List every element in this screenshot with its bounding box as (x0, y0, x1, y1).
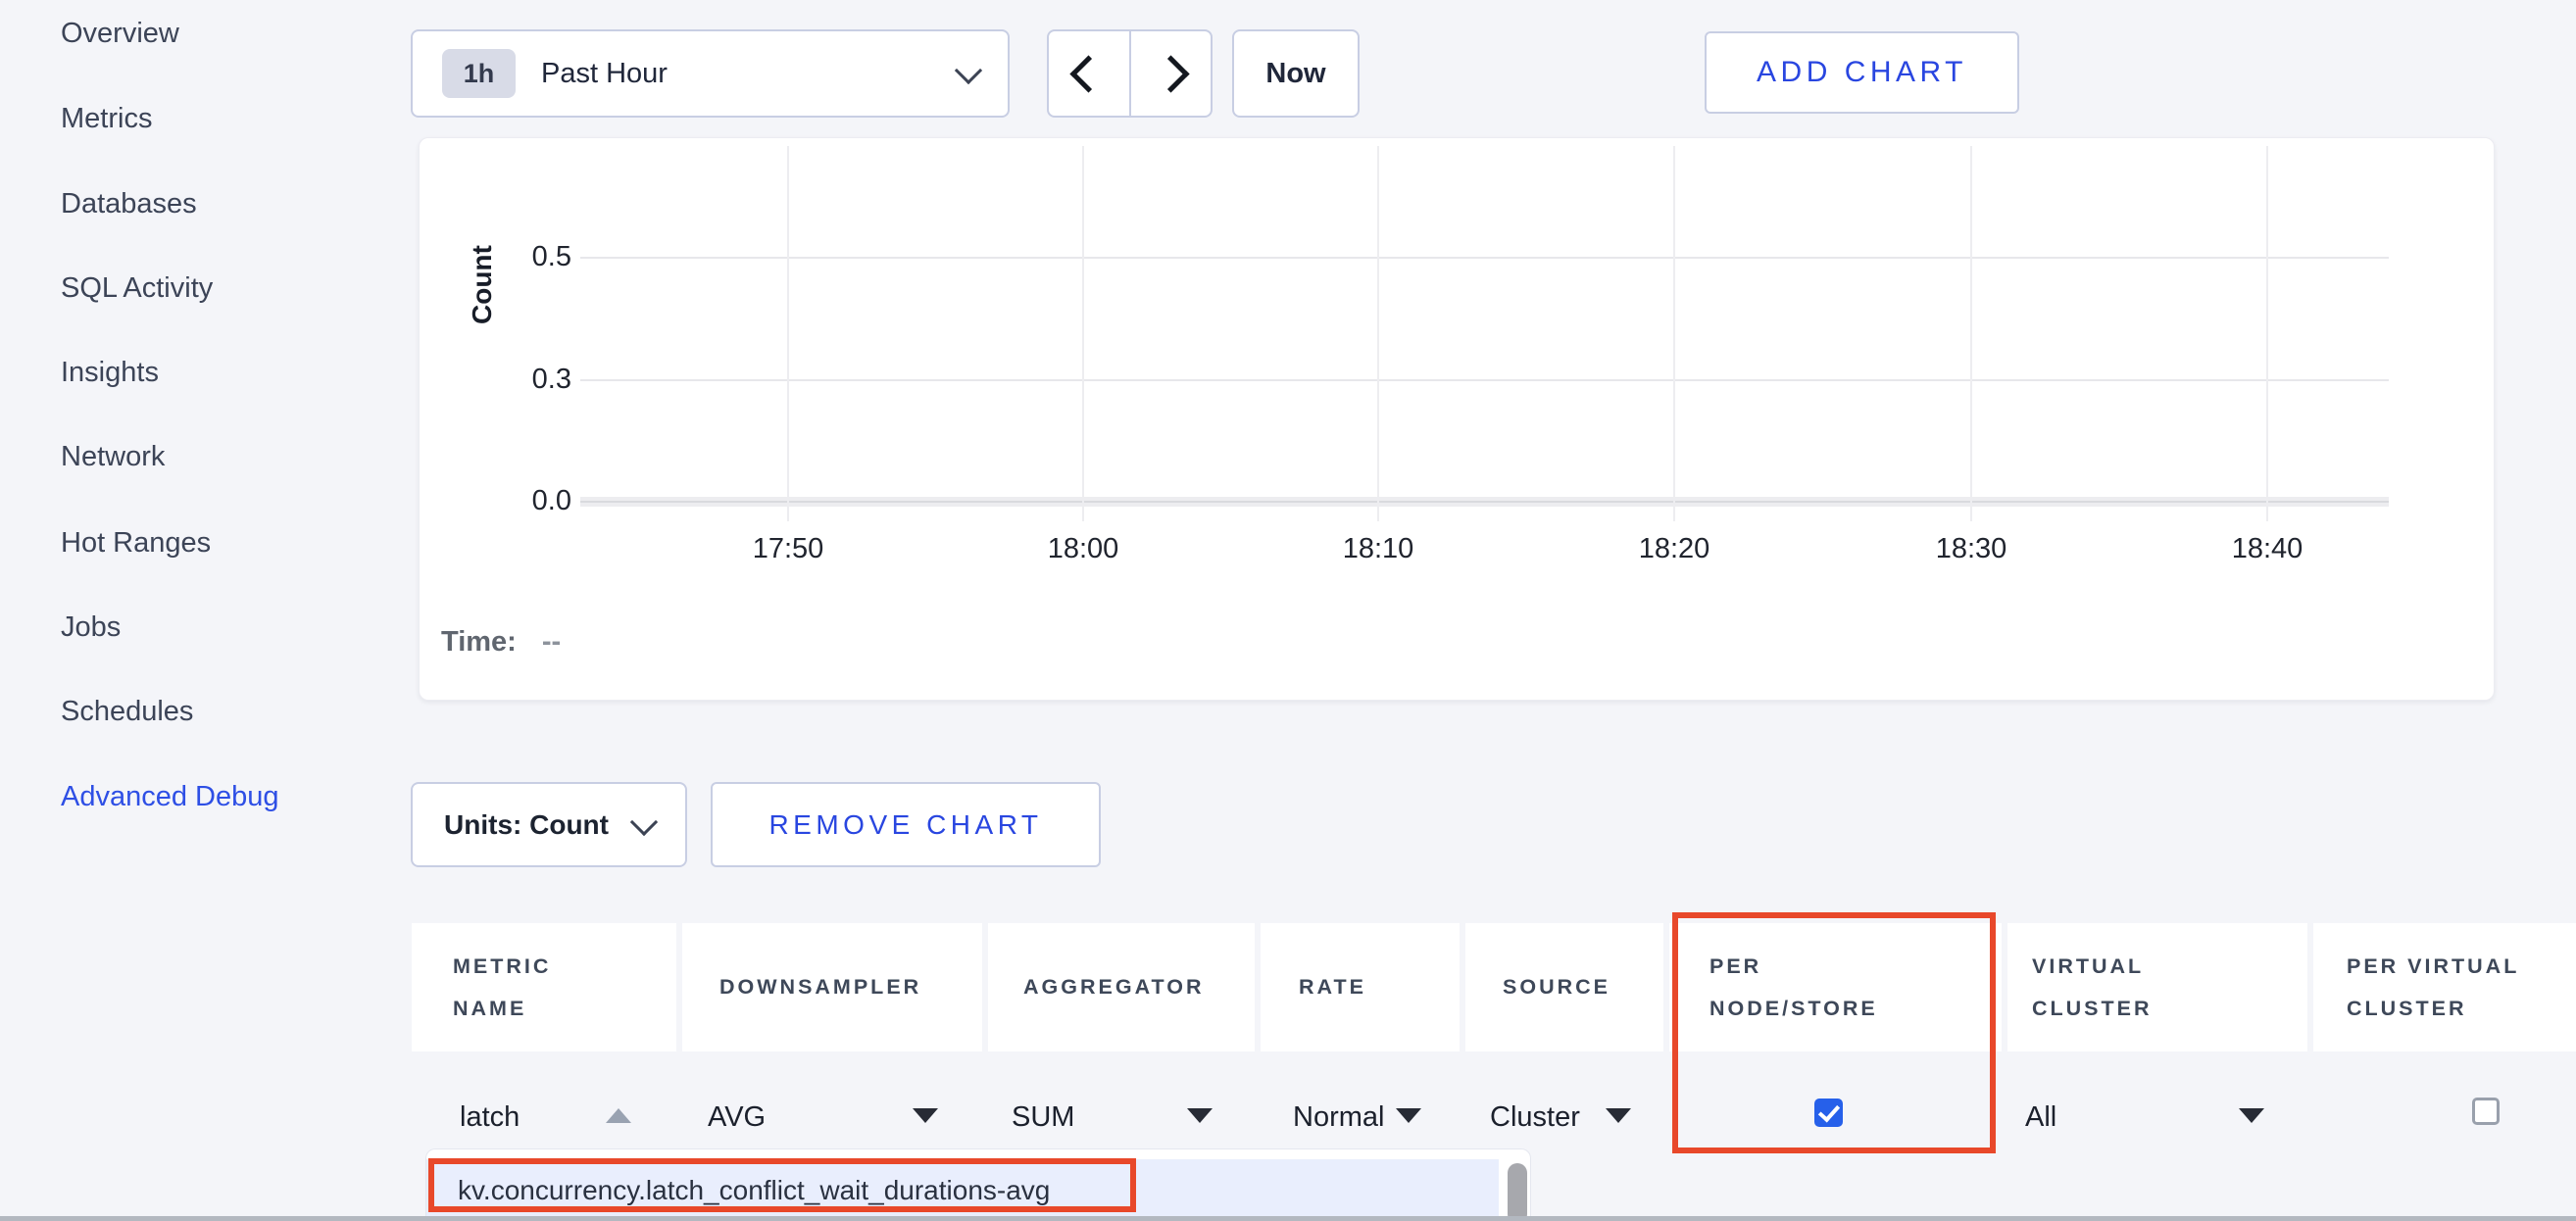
sidebar-item-network[interactable]: Network (61, 441, 165, 473)
prev-time-button[interactable] (1049, 31, 1129, 116)
x-tick-1840: 18:40 (2199, 533, 2336, 565)
chevron-left-icon (1070, 55, 1108, 92)
caret-up-icon[interactable] (606, 1108, 631, 1123)
sidebar-item-advanced-debug[interactable]: Advanced Debug (61, 781, 279, 813)
sidebar-item-overview[interactable]: Overview (61, 18, 179, 50)
vgridline-1830 (1970, 146, 1972, 521)
y-tick-00: 0.0 (513, 485, 571, 517)
units-dropdown[interactable]: Units: Count (411, 782, 687, 867)
header-aggregator: AGGREGATOR (988, 923, 1255, 1051)
time-range-selector[interactable]: 1h Past Hour (411, 29, 1010, 118)
add-chart-label: ADD CHART (1757, 56, 1967, 89)
sidebar-item-databases[interactable]: Databases (61, 188, 197, 220)
sidebar-item-sql-activity[interactable]: SQL Activity (61, 272, 213, 305)
sidebar-item-metrics[interactable]: Metrics (61, 103, 152, 135)
window-bottom-edge (0, 1216, 2576, 1221)
x-tick-1830: 18:30 (1903, 533, 2040, 565)
metric-suggestion-label: kv.concurrency.latch_conflict_wait_durat… (458, 1175, 1050, 1206)
gridline-05 (580, 257, 2389, 259)
units-dropdown-label: Units: Count (444, 809, 609, 841)
aggregator-select[interactable]: SUM (1012, 1101, 1074, 1134)
x-tick-1750: 17:50 (719, 533, 857, 565)
time-value: -- (542, 626, 561, 658)
caret-down-icon[interactable] (1606, 1108, 1631, 1123)
time-label: Time: (441, 626, 517, 658)
sidebar-item-hot-ranges[interactable]: Hot Ranges (61, 527, 211, 560)
vgridline-1820 (1673, 146, 1675, 521)
sidebar-item-schedules[interactable]: Schedules (61, 696, 193, 728)
source-select[interactable]: Cluster (1490, 1101, 1580, 1134)
y-axis-label: Count (467, 217, 498, 324)
vgridline-1810 (1377, 146, 1379, 521)
vgridline-1840 (2266, 146, 2268, 521)
sidebar-item-insights[interactable]: Insights (61, 357, 159, 389)
caret-down-icon[interactable] (1396, 1108, 1421, 1123)
virtual-cluster-select[interactable]: All (2025, 1101, 2056, 1134)
x-tick-1820: 18:20 (1606, 533, 1743, 565)
chevron-down-icon (955, 57, 982, 84)
now-button[interactable]: Now (1232, 29, 1360, 118)
x-tick-1800: 18:00 (1015, 533, 1152, 565)
caret-down-icon[interactable] (2239, 1108, 2264, 1123)
y-tick-05: 0.5 (513, 241, 571, 273)
remove-chart-button[interactable]: REMOVE CHART (711, 782, 1101, 867)
remove-chart-label: REMOVE CHART (768, 809, 1042, 841)
caret-down-icon[interactable] (1187, 1108, 1213, 1123)
gridline-03 (580, 379, 2389, 381)
metric-suggestions-dropdown: kv.concurrency.latch_conflict_wait_durat… (425, 1148, 1531, 1221)
vgridline-1800 (1082, 146, 1084, 521)
header-source: SOURCE (1465, 923, 1663, 1051)
dropdown-scrollbar[interactable] (1508, 1163, 1527, 1221)
chevron-down-icon (630, 807, 658, 835)
downsampler-select[interactable]: AVG (708, 1101, 766, 1134)
header-per-node-store: PER NODE/STORE (1669, 923, 2002, 1051)
per-virtual-cluster-checkbox[interactable] (2472, 1098, 2500, 1125)
now-button-label: Now (1265, 58, 1325, 90)
time-range-label: Past Hour (541, 58, 668, 90)
time-range-badge: 1h (442, 49, 516, 98)
header-metric-name: METRIC NAME (412, 923, 676, 1051)
header-downsampler: DOWNSAMPLER (682, 923, 982, 1051)
time-pager (1047, 29, 1213, 118)
chevron-right-icon (1152, 55, 1189, 92)
custom-chart-page: Overview Metrics Databases SQL Activity … (0, 0, 2576, 1221)
rate-select[interactable]: Normal (1293, 1101, 1384, 1134)
metric-name-input[interactable]: latch (460, 1101, 520, 1134)
vgridline-1750 (787, 146, 789, 521)
chart-card: Count 0.5 0.3 0.0 17:50 18:00 18:10 18:2… (419, 137, 2495, 701)
sidebar-item-jobs[interactable]: Jobs (61, 611, 121, 644)
checkmark-icon (1817, 1100, 1839, 1123)
y-tick-03: 0.3 (513, 364, 571, 396)
header-per-virtual-cluster: PER VIRTUAL CLUSTER (2313, 923, 2576, 1051)
caret-down-icon[interactable] (913, 1108, 938, 1123)
hover-time-readout: Time: -- (441, 626, 561, 659)
next-time-button[interactable] (1131, 31, 1212, 116)
add-chart-button[interactable]: ADD CHART (1705, 31, 2019, 114)
per-node-store-checkbox[interactable] (1814, 1099, 1843, 1127)
header-virtual-cluster: VIRTUAL CLUSTER (2007, 923, 2307, 1051)
x-tick-1810: 18:10 (1310, 533, 1447, 565)
gridline-00 (580, 501, 2389, 503)
header-rate: RATE (1261, 923, 1460, 1051)
metric-suggestion-item[interactable]: kv.concurrency.latch_conflict_wait_durat… (426, 1159, 1499, 1221)
